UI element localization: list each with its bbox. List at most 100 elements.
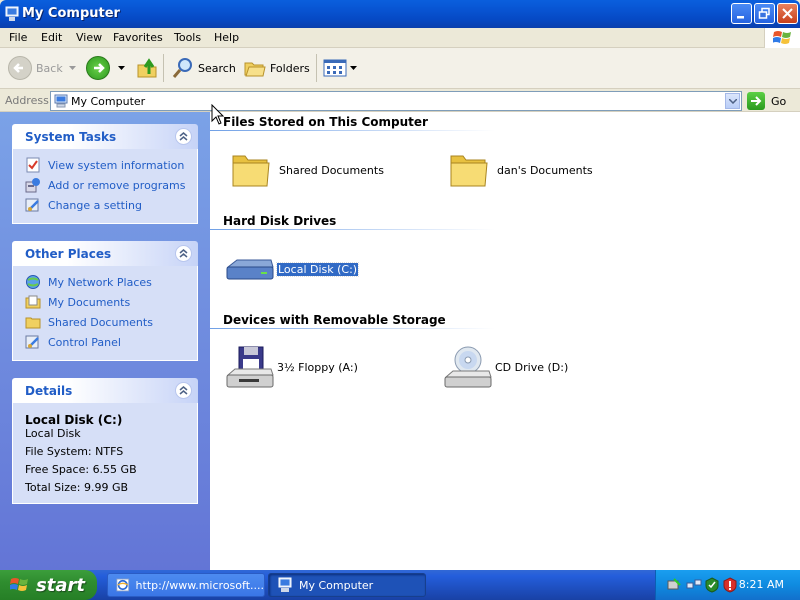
system-tasks-header[interactable]: System Tasks <box>12 124 198 149</box>
menu-file[interactable]: File <box>9 31 27 44</box>
internet-explorer-icon <box>116 578 130 592</box>
task-change-setting[interactable]: Change a setting <box>25 195 197 215</box>
go-arrow-icon <box>747 92 765 110</box>
collapse-chevron-icon[interactable] <box>175 128 192 145</box>
task-label: Change a setting <box>48 198 142 212</box>
task-view-system-info[interactable]: View system information <box>25 155 197 175</box>
file-view: Files Stored on This Computer Shared Doc… <box>210 112 800 570</box>
place-label: My Network Places <box>48 275 152 289</box>
group-divider <box>210 328 495 329</box>
system-tasks-title: System Tasks <box>25 130 117 144</box>
control-panel-icon <box>25 198 39 212</box>
go-button[interactable]: Go <box>747 92 786 110</box>
place-label: Shared Documents <box>48 315 153 329</box>
close-icon <box>782 8 793 19</box>
taskbar-button-label: http://www.microsoft.... <box>135 578 264 592</box>
taskbar-button-my-computer[interactable]: My Computer <box>268 573 426 597</box>
restore-button[interactable] <box>754 3 775 24</box>
search-button[interactable]: Search <box>171 54 236 82</box>
windows-logo-icon <box>10 578 28 591</box>
up-folder-button[interactable] <box>135 54 159 82</box>
network-connection-icon[interactable] <box>686 577 702 593</box>
taskbar-button-label: My Computer <box>299 578 374 592</box>
menu-view[interactable]: View <box>76 31 102 44</box>
task-label: Add or remove programs <box>48 178 186 192</box>
hard-disk-icon <box>226 259 274 280</box>
task-label: View system information <box>48 158 185 172</box>
floppy-drive-icon <box>226 346 274 388</box>
system-tray: 8:21 AM <box>655 570 800 600</box>
restore-icon <box>758 7 770 19</box>
back-arrow-icon <box>8 56 32 80</box>
folder-icon <box>25 317 41 329</box>
views-icon <box>323 59 347 77</box>
details-header[interactable]: Details <box>12 378 198 403</box>
start-button[interactable]: start <box>0 570 97 600</box>
security-shield-icon[interactable] <box>722 577 738 593</box>
details-title: Details <box>25 384 73 398</box>
toolbar-separator <box>163 54 164 82</box>
my-computer-icon <box>54 94 68 108</box>
search-label: Search <box>198 61 236 75</box>
place-control-panel[interactable]: Control Panel <box>25 332 197 352</box>
security-center-icon[interactable] <box>704 577 720 593</box>
drive-item[interactable]: 3½ Floppy (A:) <box>225 345 358 389</box>
drive-item[interactable]: CD Drive (D:) <box>443 345 568 389</box>
other-places-title: Other Places <box>25 247 112 261</box>
menu-edit[interactable]: Edit <box>41 31 62 44</box>
menu-tools[interactable]: Tools <box>174 31 201 44</box>
forward-arrow-icon <box>86 56 110 80</box>
other-places-panel: Other Places My Network Places My Docume… <box>12 241 198 361</box>
forward-dropdown-icon[interactable] <box>118 66 125 70</box>
add-remove-programs-icon <box>25 178 40 193</box>
search-icon <box>172 58 192 78</box>
safely-remove-hardware-icon[interactable] <box>666 577 682 593</box>
place-label: My Documents <box>48 295 131 309</box>
drive-item-selected[interactable]: Local Disk (C:) <box>225 247 360 291</box>
place-shared-documents[interactable]: Shared Documents <box>25 312 197 332</box>
views-dropdown-icon <box>350 66 357 70</box>
place-my-documents[interactable]: My Documents <box>25 292 197 312</box>
address-label: Address <box>5 94 49 107</box>
group-header: Devices with Removable Storage <box>223 313 446 327</box>
back-dropdown-icon[interactable] <box>68 66 76 70</box>
item-label: dan's Documents <box>497 163 593 177</box>
address-value: My Computer <box>71 95 146 108</box>
control-panel-icon <box>25 335 39 349</box>
title-bar[interactable]: My Computer <box>0 0 800 28</box>
views-button[interactable] <box>323 54 357 82</box>
collapse-chevron-icon[interactable] <box>175 382 192 399</box>
toolbar-separator <box>316 54 317 82</box>
item-label: CD Drive (D:) <box>495 360 569 374</box>
minimize-button[interactable] <box>731 3 752 24</box>
task-pane: System Tasks View system information Add… <box>0 112 210 570</box>
network-places-icon <box>26 275 40 289</box>
other-places-header[interactable]: Other Places <box>12 241 198 266</box>
place-label: Control Panel <box>48 335 121 349</box>
forward-button[interactable] <box>86 54 125 82</box>
place-my-network-places[interactable]: My Network Places <box>25 272 197 292</box>
cd-drive-icon <box>444 346 492 388</box>
mouse-cursor-icon <box>211 104 225 125</box>
clock[interactable]: 8:21 AM <box>739 578 784 591</box>
chevron-down-icon <box>728 98 737 104</box>
item-label: Local Disk (C:) <box>275 261 360 277</box>
address-dropdown-button[interactable] <box>725 93 740 109</box>
menu-favorites[interactable]: Favorites <box>113 31 163 44</box>
address-bar: Address My Computer Go <box>0 90 800 112</box>
folders-button[interactable]: Folders <box>243 54 310 82</box>
taskbar: start http://www.microsoft.... My Comput… <box>0 570 800 600</box>
collapse-chevron-icon[interactable] <box>175 245 192 262</box>
minimize-icon <box>737 16 744 19</box>
details-total-size: Total Size: 9.99 GB <box>25 481 129 494</box>
folder-item[interactable]: dan's Documents <box>445 148 593 192</box>
folders-icon <box>244 62 266 77</box>
taskbar-button-browser[interactable]: http://www.microsoft.... <box>107 573 265 597</box>
folder-item[interactable]: Shared Documents <box>227 148 384 192</box>
menu-help[interactable]: Help <box>214 31 239 44</box>
toolbar: Back Search Folders <box>0 48 800 89</box>
address-input[interactable]: My Computer <box>50 91 742 111</box>
back-button[interactable]: Back <box>8 54 76 82</box>
task-add-remove-programs[interactable]: Add or remove programs <box>25 175 197 195</box>
close-button[interactable] <box>777 3 798 24</box>
